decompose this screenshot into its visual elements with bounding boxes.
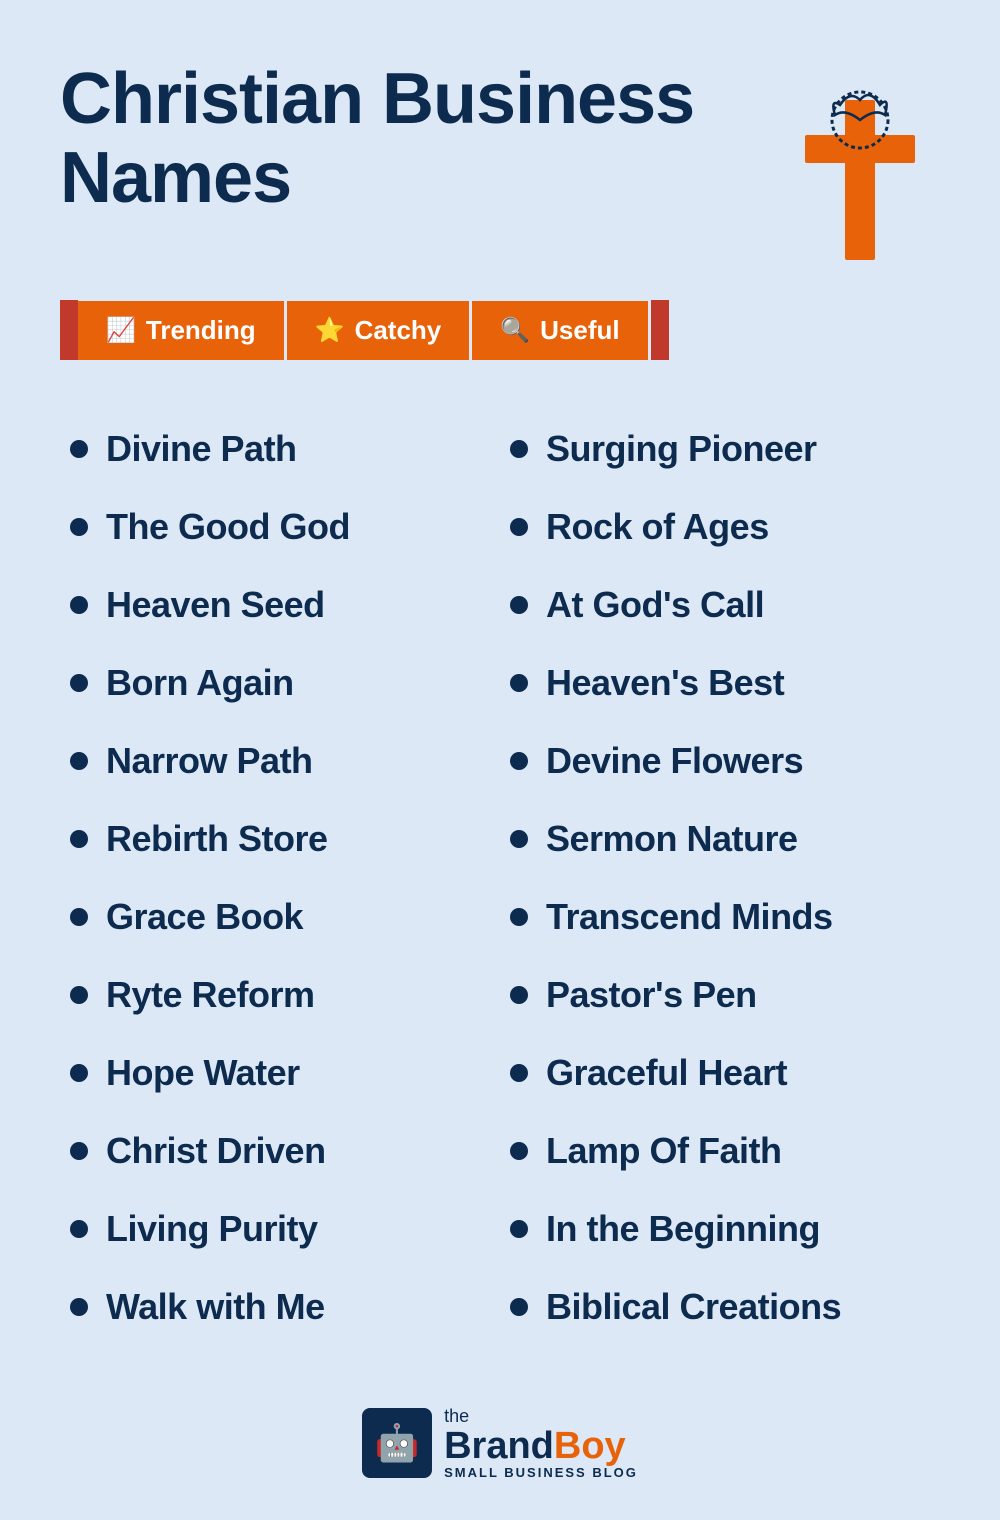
list-item: Rock of Ages bbox=[500, 488, 940, 566]
page-wrapper: Christian Business Names 📈 Trending bbox=[0, 0, 1000, 1520]
catchy-icon: ⭐ bbox=[315, 316, 345, 345]
item-label: Heaven Seed bbox=[106, 584, 325, 626]
list-item: Transcend Minds bbox=[500, 878, 940, 956]
list-item: Christ Driven bbox=[60, 1112, 500, 1190]
item-label: The Good God bbox=[106, 506, 350, 548]
item-label: Divine Path bbox=[106, 428, 297, 470]
title-block: Christian Business Names bbox=[60, 60, 800, 218]
item-label: Heaven's Best bbox=[546, 662, 784, 704]
item-label: In the Beginning bbox=[546, 1208, 820, 1250]
list-item: Surging Pioneer bbox=[500, 410, 940, 488]
tabs-bar: 📈 Trending ⭐ Catchy 🔍 Useful bbox=[60, 300, 940, 360]
bullet-dot bbox=[70, 1298, 88, 1316]
useful-icon: 🔍 bbox=[500, 316, 530, 345]
bullet-dot bbox=[510, 518, 528, 536]
bullet-dot bbox=[70, 674, 88, 692]
list-item: Pastor's Pen bbox=[500, 956, 940, 1034]
list-item: Lamp Of Faith bbox=[500, 1112, 940, 1190]
right-column: Surging Pioneer Rock of Ages At God's Ca… bbox=[500, 410, 940, 1346]
bullet-dot bbox=[510, 1064, 528, 1082]
item-label: Walk with Me bbox=[106, 1286, 325, 1328]
list-item: Sermon Nature bbox=[500, 800, 940, 878]
item-label: Ryte Reform bbox=[106, 974, 315, 1016]
list-item: The Good God bbox=[60, 488, 500, 566]
trending-icon: 📈 bbox=[106, 316, 136, 345]
bullet-dot bbox=[70, 830, 88, 848]
list-item: Ryte Reform bbox=[60, 956, 500, 1034]
list-item: Heaven's Best bbox=[500, 644, 940, 722]
bullet-dot bbox=[510, 830, 528, 848]
tab-accent-left bbox=[60, 300, 78, 360]
cross-icon bbox=[800, 70, 920, 270]
bullet-dot bbox=[70, 1064, 88, 1082]
item-label: Biblical Creations bbox=[546, 1286, 841, 1328]
item-label: Devine Flowers bbox=[546, 740, 803, 782]
bullet-dot bbox=[510, 1298, 528, 1316]
item-label: Rock of Ages bbox=[546, 506, 769, 548]
bullet-dot bbox=[510, 1142, 528, 1160]
content-section: Divine Path The Good God Heaven Seed Bor… bbox=[60, 410, 940, 1346]
item-label: Sermon Nature bbox=[546, 818, 798, 860]
bullet-dot bbox=[70, 596, 88, 614]
list-item: Narrow Path bbox=[60, 722, 500, 800]
list-item: Divine Path bbox=[60, 410, 500, 488]
bullet-dot bbox=[510, 596, 528, 614]
logo-the: the bbox=[444, 1406, 469, 1427]
bullet-dot bbox=[510, 674, 528, 692]
item-label: At God's Call bbox=[546, 584, 764, 626]
item-label: Lamp Of Faith bbox=[546, 1130, 782, 1172]
list-item: Hope Water bbox=[60, 1034, 500, 1112]
bullet-dot bbox=[70, 1142, 88, 1160]
cross-icon-wrapper bbox=[800, 60, 940, 270]
item-label: Born Again bbox=[106, 662, 294, 704]
item-label: Surging Pioneer bbox=[546, 428, 817, 470]
bullet-dot bbox=[510, 986, 528, 1004]
list-item: Living Purity bbox=[60, 1190, 500, 1268]
bullet-dot bbox=[70, 440, 88, 458]
tab-useful[interactable]: 🔍 Useful bbox=[472, 301, 650, 360]
logo-tagline: SMALL BUSINESS BLOG bbox=[444, 1465, 638, 1480]
list-item: Devine Flowers bbox=[500, 722, 940, 800]
bullet-dot bbox=[510, 908, 528, 926]
item-label: Grace Book bbox=[106, 896, 303, 938]
tab-catchy-label: Catchy bbox=[355, 315, 442, 346]
tab-trending-label: Trending bbox=[146, 315, 256, 346]
bullet-dot bbox=[510, 1220, 528, 1238]
left-column: Divine Path The Good God Heaven Seed Bor… bbox=[60, 410, 500, 1346]
brandboy-logo-text: the BrandBoy SMALL BUSINESS BLOG bbox=[444, 1406, 638, 1480]
item-label: Living Purity bbox=[106, 1208, 318, 1250]
bullet-dot bbox=[510, 440, 528, 458]
list-item: Biblical Creations bbox=[500, 1268, 940, 1346]
list-item: Born Again bbox=[60, 644, 500, 722]
item-label: Hope Water bbox=[106, 1052, 300, 1094]
brandboy-logo-icon: 🤖 bbox=[362, 1408, 432, 1478]
list-item: Rebirth Store bbox=[60, 800, 500, 878]
bullet-dot bbox=[510, 752, 528, 770]
bullet-dot bbox=[70, 1220, 88, 1238]
tab-useful-label: Useful bbox=[540, 315, 619, 346]
list-item: Graceful Heart bbox=[500, 1034, 940, 1112]
bullet-dot bbox=[70, 518, 88, 536]
footer-logo: 🤖 the BrandBoy SMALL BUSINESS BLOG bbox=[60, 1406, 940, 1480]
bullet-dot bbox=[70, 908, 88, 926]
item-label: Pastor's Pen bbox=[546, 974, 757, 1016]
page-title: Christian Business Names bbox=[60, 60, 800, 218]
tab-catchy[interactable]: ⭐ Catchy bbox=[287, 301, 473, 360]
item-label: Graceful Heart bbox=[546, 1052, 787, 1094]
item-label: Narrow Path bbox=[106, 740, 313, 782]
list-item: In the Beginning bbox=[500, 1190, 940, 1268]
bullet-dot bbox=[70, 752, 88, 770]
tab-trending[interactable]: 📈 Trending bbox=[78, 301, 287, 360]
list-item: Grace Book bbox=[60, 878, 500, 956]
item-label: Transcend Minds bbox=[546, 896, 833, 938]
list-item: At God's Call bbox=[500, 566, 940, 644]
tab-accent-right bbox=[651, 300, 669, 360]
list-item: Walk with Me bbox=[60, 1268, 500, 1346]
logo-brand: BrandBoy bbox=[444, 1427, 626, 1465]
list-item: Heaven Seed bbox=[60, 566, 500, 644]
item-label: Rebirth Store bbox=[106, 818, 328, 860]
header-section: Christian Business Names bbox=[60, 60, 940, 270]
item-label: Christ Driven bbox=[106, 1130, 326, 1172]
bullet-dot bbox=[70, 986, 88, 1004]
